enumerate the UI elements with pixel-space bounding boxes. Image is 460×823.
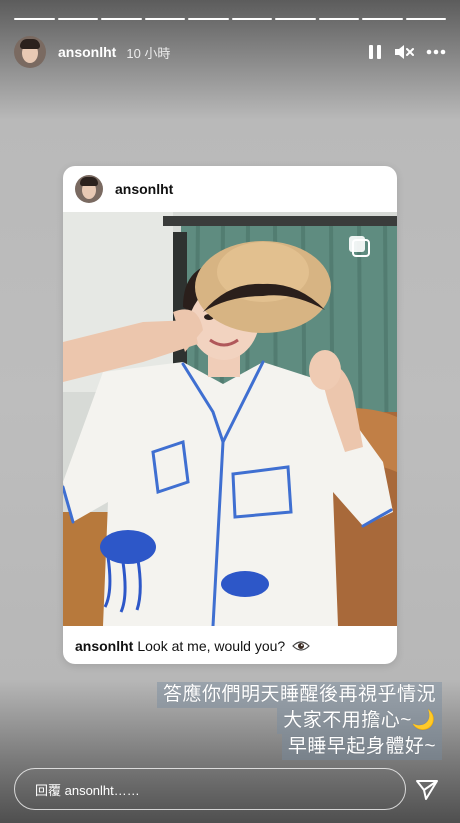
progress-segment xyxy=(188,18,229,20)
multiple-photos-icon xyxy=(349,236,370,257)
more-options-button[interactable] xyxy=(426,49,446,55)
eye-icon xyxy=(292,641,311,651)
story-controls xyxy=(368,43,446,61)
shared-post-card[interactable]: ansonlht ansonlht Look at me, would you? xyxy=(63,166,397,664)
send-icon xyxy=(416,780,438,800)
progress-segment xyxy=(14,18,55,20)
caption-username: ansonlht xyxy=(75,638,134,654)
sticker-line-2: 大家不用擔心~🌙 xyxy=(277,708,442,734)
story-viewer: ansonlht 10 小時 ansonlht ansonlht Look at… xyxy=(0,0,460,823)
progress-segment xyxy=(57,18,98,20)
story-username[interactable]: ansonlht xyxy=(58,44,116,60)
avatar[interactable] xyxy=(14,36,46,68)
story-header: ansonlht 10 小時 xyxy=(14,35,446,69)
post-caption: ansonlht Look at me, would you? xyxy=(75,638,311,654)
progress-bars xyxy=(14,18,446,20)
avatar-hair xyxy=(20,39,40,49)
progress-segment xyxy=(231,18,272,20)
post-avatar xyxy=(75,175,103,203)
caption-text: Look at me, would you? xyxy=(137,638,286,654)
text-sticker: 答應你們明天睡醒後再視乎情況 大家不用擔心~🌙 早睡早起身體好~ xyxy=(130,682,442,760)
post-photo xyxy=(63,212,397,626)
mute-button[interactable] xyxy=(394,43,414,61)
pause-icon xyxy=(369,45,381,59)
pause-button[interactable] xyxy=(368,44,382,60)
send-button[interactable] xyxy=(412,775,442,805)
progress-segment xyxy=(318,18,359,20)
post-photo-illustration xyxy=(63,212,397,626)
progress-segment xyxy=(101,18,142,20)
sticker-line-1: 答應你們明天睡醒後再視乎情況 xyxy=(156,682,442,708)
progress-segment xyxy=(362,18,403,20)
more-options-icon xyxy=(426,49,446,55)
progress-segment xyxy=(144,18,185,20)
sticker-line-3: 早睡早起身體好~ xyxy=(281,734,442,760)
reply-input[interactable]: 回覆 ansonlht…… xyxy=(14,768,406,810)
reply-placeholder: 回覆 ansonlht…… xyxy=(35,782,140,798)
story-timestamp: 10 小時 xyxy=(126,45,171,61)
speaker-muted-icon xyxy=(395,45,414,59)
post-username: ansonlht xyxy=(115,181,174,197)
post-header: ansonlht xyxy=(63,166,397,212)
progress-segment xyxy=(405,18,446,20)
progress-segment xyxy=(275,18,316,20)
post-avatar-hair xyxy=(80,177,98,186)
